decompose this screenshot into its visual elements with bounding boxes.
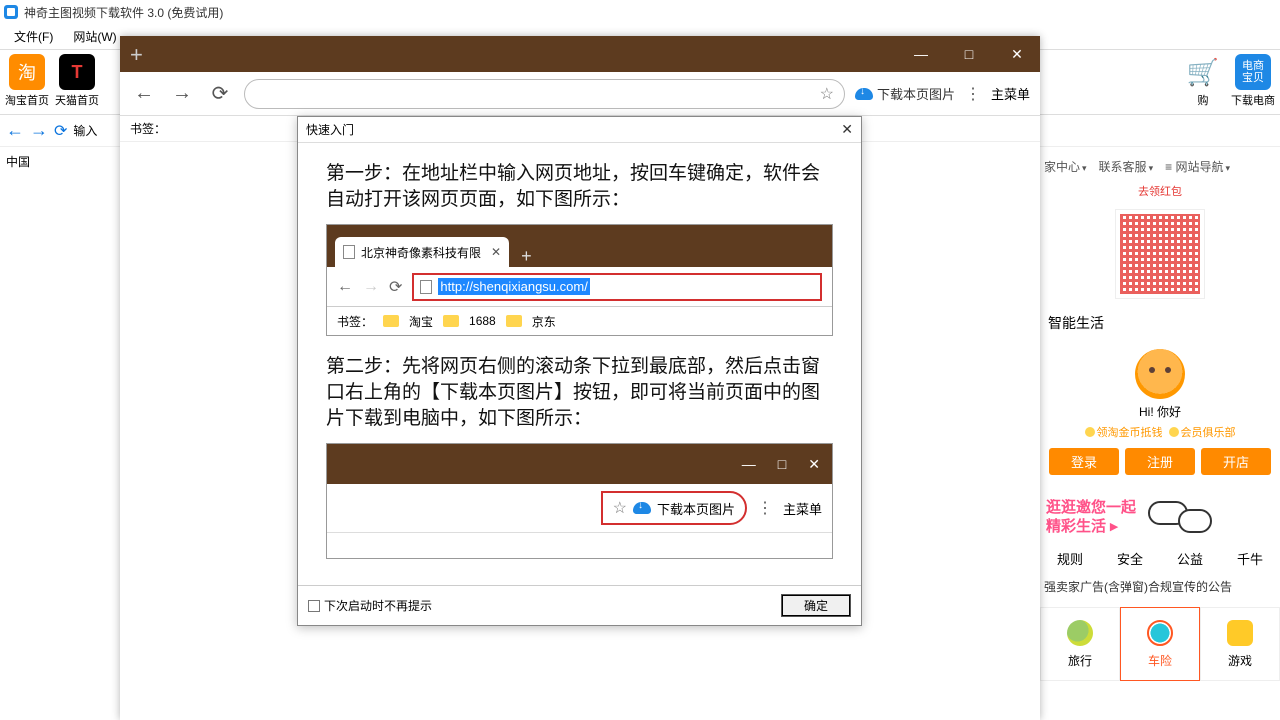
- menu-site[interactable]: 网站(W): [63, 24, 126, 49]
- mini-refresh-icon: ⟳: [389, 277, 402, 297]
- app-titlebar: 神奇主图视频下载软件 3.0 (免费试用): [0, 0, 1280, 24]
- screenshot-1: 北京神奇像素科技有限 ✕ + ← → ⟳ http://shenqixiangs…: [326, 224, 833, 336]
- browser-toolbar: ← → ⟳ ☆ 下载本页图片 ⋮ 主菜单: [120, 72, 1040, 116]
- tmall-icon: T: [59, 54, 95, 90]
- link-center[interactable]: 家中心▾: [1044, 158, 1087, 175]
- dialog-titlebar[interactable]: 快速入门 ✕: [298, 117, 861, 143]
- star-icon[interactable]: ☆: [820, 84, 834, 104]
- promo-banner[interactable]: 逛逛邀您一起 精彩生活 ▸: [1040, 495, 1280, 539]
- pill-club[interactable]: 会员俱乐部: [1169, 424, 1236, 440]
- folder-icon: [443, 315, 459, 327]
- download-page-button[interactable]: 下载本页图片: [855, 84, 955, 103]
- page-icon: [343, 245, 355, 259]
- qr-code: [1115, 209, 1205, 299]
- service-grid: 旅行 车险 游戏: [1040, 607, 1280, 681]
- avatar-block: Hi! 你好 领淘金币抵钱 会员俱乐部 登录 注册 开店: [1040, 343, 1280, 481]
- download-highlight: ☆ 下载本页图片: [601, 491, 747, 525]
- mini-tab: 北京神奇像素科技有限 ✕: [335, 237, 509, 267]
- browser-back-icon[interactable]: ←: [130, 82, 158, 105]
- new-tab-icon[interactable]: +: [130, 42, 143, 68]
- mini-minimize-icon: —: [742, 456, 756, 472]
- cell-travel[interactable]: 旅行: [1040, 607, 1120, 681]
- quickstart-dialog: 快速入门 ✕ 第一步：在地址栏中输入网页地址，按回车键确定，软件会自动打开该网页…: [297, 116, 862, 626]
- example-url: http://shenqixiangsu.com/: [438, 278, 589, 295]
- main-menu-button[interactable]: 主菜单: [991, 84, 1030, 103]
- browser-titlebar[interactable]: + — □ ✕: [120, 36, 1040, 72]
- input-label: 输入: [73, 122, 97, 139]
- app-icon: [4, 5, 18, 19]
- dialog-close-icon[interactable]: ✕: [841, 121, 853, 138]
- taobao-icon: 淘: [9, 54, 45, 90]
- tab-qianniu[interactable]: 千牛: [1237, 549, 1263, 568]
- avatar-icon: [1135, 349, 1185, 399]
- link-nav[interactable]: ≡ 网站导航▾: [1165, 158, 1230, 175]
- mini-close-icon: ✕: [808, 456, 820, 473]
- car-icon: [1147, 620, 1173, 646]
- browser-forward-icon[interactable]: →: [168, 82, 196, 105]
- tab-rules[interactable]: 规则: [1057, 549, 1083, 568]
- mini-page-icon: [420, 280, 432, 294]
- mini-kebab-icon: ⋮: [757, 498, 773, 518]
- dont-show-checkbox[interactable]: 下次启动时不再提示: [308, 597, 432, 614]
- promo-art: [1144, 495, 1274, 539]
- tab-charity[interactable]: 公益: [1177, 549, 1203, 568]
- mini-new-tab-icon: +: [521, 246, 532, 267]
- link-kefu[interactable]: 联系客服▾: [1099, 158, 1154, 175]
- mini-maximize-icon: □: [778, 456, 786, 472]
- folder-icon: [383, 315, 399, 327]
- login-button[interactable]: 登录: [1049, 448, 1119, 475]
- cart-icon: 🛒: [1185, 54, 1221, 90]
- kebab-icon[interactable]: ⋮: [965, 84, 981, 104]
- openshop-button[interactable]: 开店: [1201, 448, 1271, 475]
- address-bar[interactable]: ☆: [244, 79, 845, 109]
- step1-text: 第一步：在地址栏中输入网页地址，按回车键确定，软件会自动打开该网页页面，如下图所…: [326, 161, 833, 212]
- toolbar-cart[interactable]: 🛒 购: [1178, 54, 1228, 108]
- mini-forward-icon: →: [363, 278, 379, 296]
- qr-title: 去领红包: [1040, 183, 1280, 199]
- dialog-footer: 下次启动时不再提示 确定: [298, 585, 861, 625]
- close-icon[interactable]: ✕: [1002, 46, 1032, 63]
- right-column: 家中心▾ 联系客服▾ ≡ 网站导航▾ 去领红包 智能生活 Hi! 你好 领淘金币…: [1040, 150, 1280, 681]
- folder-icon: [506, 315, 522, 327]
- maximize-icon[interactable]: □: [954, 46, 984, 62]
- refresh-icon[interactable]: ⟳: [54, 121, 67, 141]
- cloud-download-icon: [855, 88, 873, 100]
- tab-close-icon: ✕: [491, 245, 501, 259]
- game-icon: [1227, 620, 1253, 646]
- toolbar-dianshang[interactable]: 电商宝贝 下载电商: [1228, 54, 1278, 108]
- mini-back-icon: ←: [337, 278, 353, 296]
- info-tabs: 规则 安全 公益 千牛: [1040, 549, 1280, 568]
- greeting: Hi! 你好: [1040, 403, 1280, 420]
- toolbar-tmall[interactable]: T 天猫首页: [52, 54, 102, 108]
- cell-game[interactable]: 游戏: [1200, 607, 1280, 681]
- notice[interactable]: 强卖家广告(含弹窗)合规宣传的公告: [1040, 578, 1280, 595]
- travel-icon: [1067, 620, 1093, 646]
- dialog-title: 快速入门: [306, 121, 354, 138]
- back-icon[interactable]: ←: [6, 120, 24, 141]
- browser-refresh-icon[interactable]: ⟳: [206, 81, 234, 106]
- checkbox-icon: [308, 600, 320, 612]
- minimize-icon[interactable]: —: [906, 46, 936, 62]
- pill-coins[interactable]: 领淘金币抵钱: [1085, 424, 1163, 440]
- mini-address-bar: http://shenqixiangsu.com/: [412, 273, 822, 301]
- cell-car[interactable]: 车险: [1120, 607, 1200, 681]
- mini-cloud-download-icon: [633, 502, 651, 514]
- dianshang-icon: 电商宝贝: [1235, 54, 1271, 90]
- toolbar-taobao[interactable]: 淘 淘宝首页: [2, 54, 52, 108]
- app-title: 神奇主图视频下载软件 3.0 (免费试用): [24, 4, 223, 21]
- forward-icon[interactable]: →: [30, 120, 48, 141]
- right-top-links: 家中心▾ 联系客服▾ ≡ 网站导航▾: [1040, 150, 1280, 183]
- mini-star-icon: ☆: [613, 498, 627, 518]
- ok-button[interactable]: 确定: [781, 594, 851, 617]
- smart-life-label: 智能生活: [1040, 303, 1280, 343]
- step2-text: 第二步：先将网页右侧的滚动条下拉到最底部，然后点击窗口右上角的【下载本页图片】按…: [326, 354, 833, 431]
- tab-safety[interactable]: 安全: [1117, 549, 1143, 568]
- screenshot-2: — □ ✕ ☆ 下载本页图片 ⋮ 主菜单: [326, 443, 833, 559]
- menu-file[interactable]: 文件(F): [4, 24, 63, 49]
- register-button[interactable]: 注册: [1125, 448, 1195, 475]
